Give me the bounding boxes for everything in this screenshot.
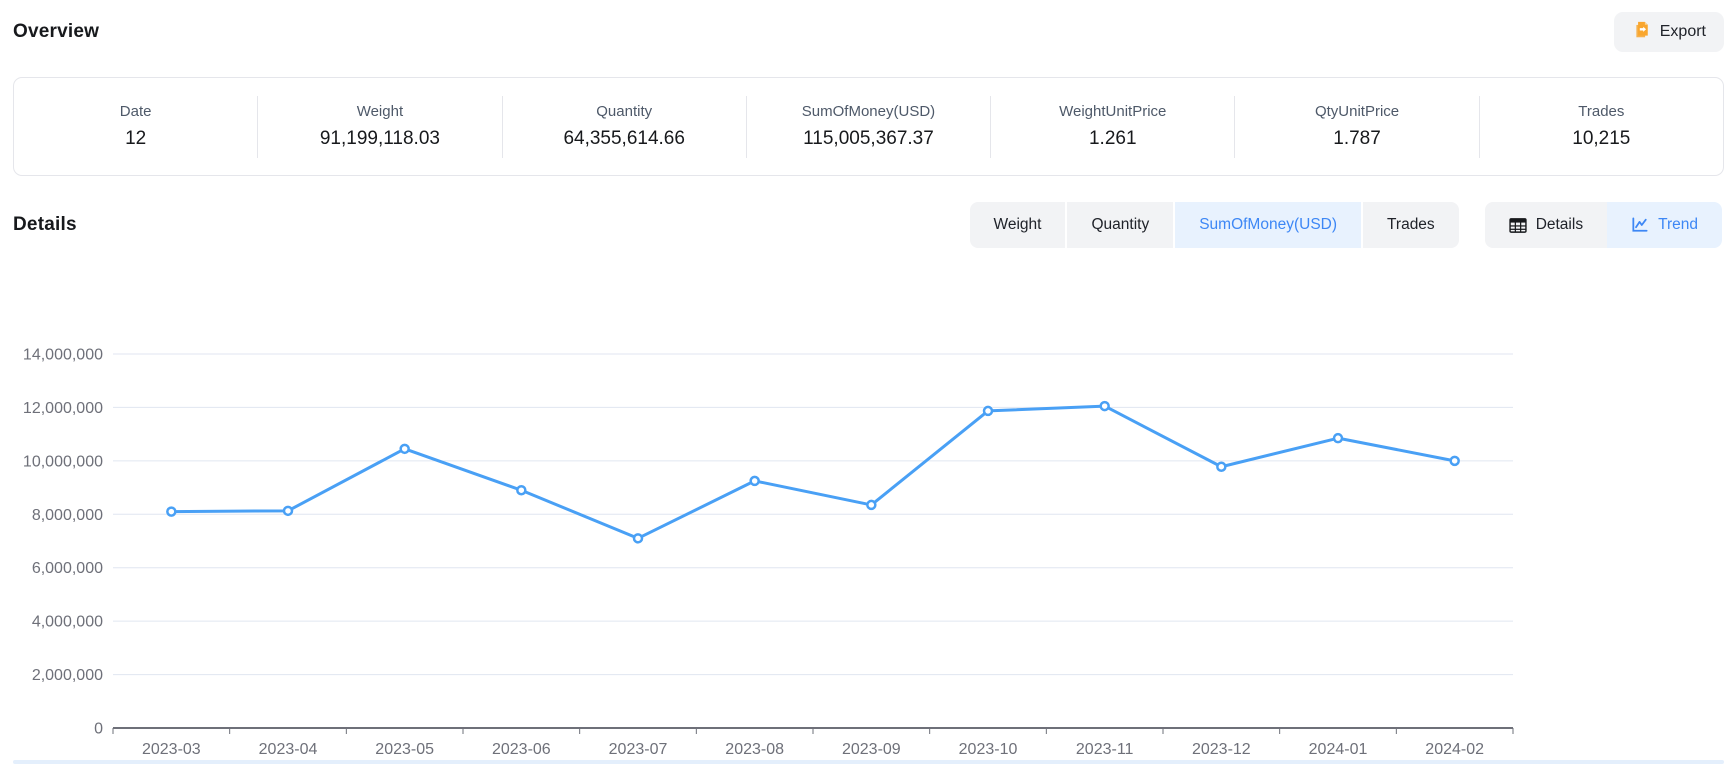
data-point-marker — [284, 507, 292, 515]
metric-tab-group: Weight Quantity SumOfMoney(USD) Trades — [970, 202, 1459, 248]
x-axis-tick-label: 2023-07 — [609, 741, 668, 758]
x-axis-tick-label: 2023-06 — [492, 741, 551, 758]
export-button[interactable]: Export — [1614, 12, 1724, 52]
data-point-marker — [1334, 434, 1342, 442]
stat-trades: Trades 10,215 — [1480, 96, 1723, 158]
x-axis-tick-label: 2023-10 — [959, 741, 1018, 758]
y-axis-tick-label: 0 — [94, 721, 103, 738]
y-axis-tick-label: 4,000,000 — [32, 614, 103, 631]
view-tab-group: Details Trend — [1485, 202, 1722, 248]
data-point-marker — [167, 508, 175, 516]
data-point-marker — [634, 534, 642, 542]
stat-label: Date — [14, 103, 257, 120]
export-file-icon — [1632, 20, 1651, 44]
stat-label: QtyUnitPrice — [1235, 103, 1478, 120]
stat-date: Date 12 — [14, 96, 258, 158]
tab-trend-view[interactable]: Trend — [1607, 202, 1722, 248]
tab-details-view[interactable]: Details — [1485, 202, 1607, 248]
tab-quantity[interactable]: Quantity — [1067, 202, 1173, 248]
tab-label: Details — [1536, 216, 1583, 234]
x-axis-tick-label: 2023-12 — [1192, 741, 1251, 758]
y-axis-tick-label: 2,000,000 — [32, 667, 103, 684]
export-button-label: Export — [1660, 23, 1706, 41]
data-point-marker — [1101, 402, 1109, 410]
stat-qty-unit-price: QtyUnitPrice 1.787 — [1235, 96, 1479, 158]
y-axis-tick-label: 14,000,000 — [23, 347, 103, 364]
line-chart-icon — [1631, 217, 1649, 233]
table-icon — [1509, 218, 1527, 233]
x-axis-tick-label: 2024-01 — [1309, 741, 1368, 758]
x-axis-tick-label: 2023-09 — [842, 741, 901, 758]
stat-label: Weight — [258, 103, 501, 120]
stat-weight-unit-price: WeightUnitPrice 1.261 — [991, 96, 1235, 158]
overview-header: Overview Export — [13, 8, 1724, 56]
stat-value: 115,005,367.37 — [747, 128, 990, 150]
stat-value: 91,199,118.03 — [258, 128, 501, 150]
tab-weight[interactable]: Weight — [970, 202, 1066, 248]
data-point-marker — [867, 501, 875, 509]
stat-quantity: Quantity 64,355,614.66 — [503, 96, 747, 158]
data-point-marker — [401, 445, 409, 453]
data-point-marker — [517, 486, 525, 494]
data-point-marker — [1451, 457, 1459, 465]
stat-weight: Weight 91,199,118.03 — [258, 96, 502, 158]
data-point-marker — [1217, 463, 1225, 471]
y-axis-tick-label: 6,000,000 — [32, 560, 103, 577]
y-axis-tick-label: 10,000,000 — [23, 453, 103, 470]
tab-label: Weight — [994, 216, 1042, 234]
y-axis-tick-label: 12,000,000 — [23, 400, 103, 417]
x-axis-tick-label: 2024-02 — [1425, 741, 1484, 758]
x-axis-tick-label: 2023-11 — [1076, 741, 1134, 758]
details-header: Details Weight Quantity SumOfMoney(USD) … — [13, 202, 1722, 248]
x-axis-tick-label: 2023-03 — [142, 741, 201, 758]
tab-sum-of-money[interactable]: SumOfMoney(USD) — [1175, 202, 1361, 248]
overview-title: Overview — [13, 21, 99, 43]
tab-label: Trades — [1387, 216, 1435, 234]
stat-label: WeightUnitPrice — [991, 103, 1234, 120]
tab-label: Trend — [1658, 216, 1698, 234]
details-tab-groups: Weight Quantity SumOfMoney(USD) Trades — [970, 202, 1723, 248]
stat-sum-of-money: SumOfMoney(USD) 115,005,367.37 — [747, 96, 991, 158]
overview-stats-card: Date 12 Weight 91,199,118.03 Quantity 64… — [13, 77, 1724, 176]
stat-label: Quantity — [503, 103, 746, 120]
next-section-edge — [13, 760, 1724, 764]
stat-value: 12 — [14, 128, 257, 150]
details-title: Details — [13, 214, 77, 236]
stat-value: 1.787 — [1235, 128, 1478, 150]
stat-value: 10,215 — [1480, 128, 1723, 150]
tab-label: SumOfMoney(USD) — [1199, 216, 1337, 234]
stat-value: 1.261 — [991, 128, 1234, 150]
tab-label: Quantity — [1091, 216, 1149, 234]
stat-value: 64,355,614.66 — [503, 128, 746, 150]
trend-series-line — [171, 406, 1454, 538]
trend-line-chart: 0 2,000,000 4,000,000 6,000,000 8,000,000 10,… — [0, 280, 1729, 765]
y-axis-tick-label: 8,000,000 — [32, 507, 103, 524]
stat-label: SumOfMoney(USD) — [747, 103, 990, 120]
x-axis-tick-label: 2023-05 — [375, 741, 434, 758]
stat-label: Trades — [1480, 103, 1723, 120]
tab-trades[interactable]: Trades — [1363, 202, 1459, 248]
data-point-marker — [984, 407, 992, 415]
data-point-marker — [751, 477, 759, 485]
x-axis-tick-label: 2023-04 — [259, 741, 318, 758]
x-axis-tick-label: 2023-08 — [725, 741, 784, 758]
